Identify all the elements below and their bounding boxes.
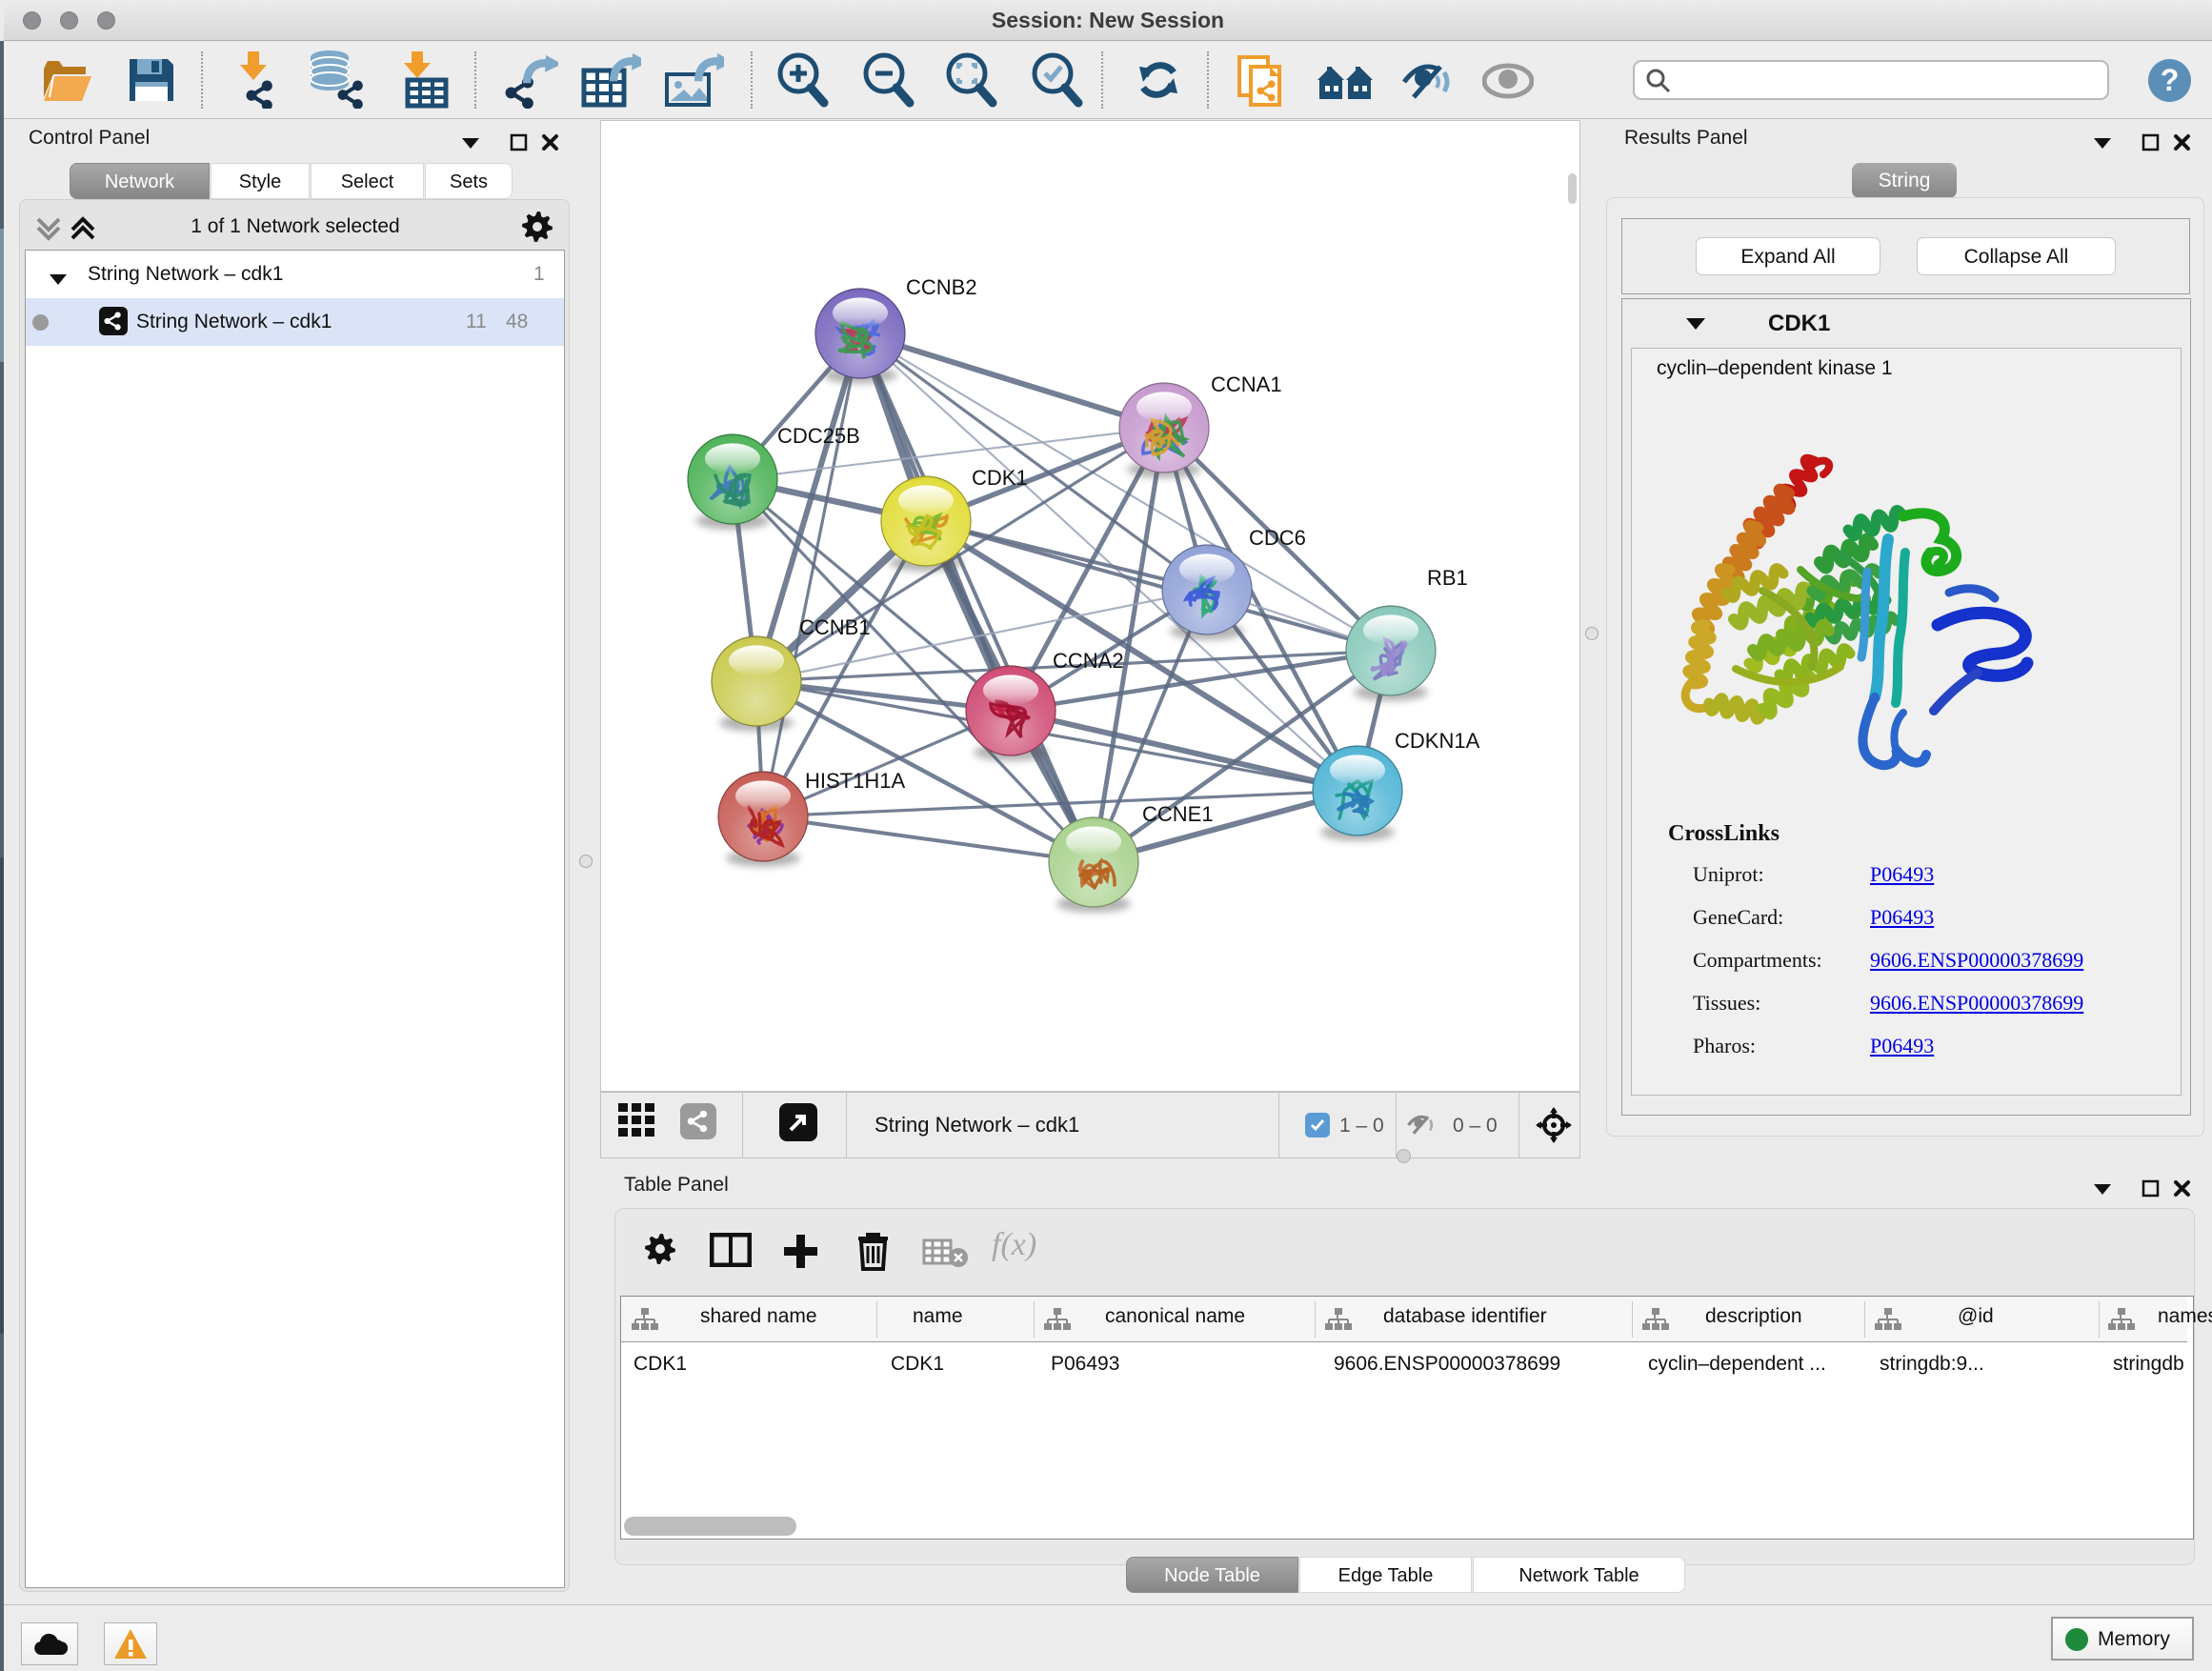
svg-text:CCNB1: CCNB1 <box>799 615 871 639</box>
svg-text:CDK1: CDK1 <box>972 466 1028 490</box>
svg-text:RB1: RB1 <box>1427 566 1468 590</box>
svg-text:CCNE1: CCNE1 <box>1142 802 1214 826</box>
svg-text:CCNA1: CCNA1 <box>1211 372 1282 396</box>
svg-text:CDKN1A: CDKN1A <box>1395 729 1480 753</box>
svg-text:CDC6: CDC6 <box>1249 526 1306 550</box>
svg-text:CCNA2: CCNA2 <box>1053 649 1124 673</box>
svg-text:HIST1H1A: HIST1H1A <box>805 769 905 793</box>
svg-text:CDC25B: CDC25B <box>777 424 860 448</box>
svg-text:CCNB2: CCNB2 <box>906 275 977 299</box>
